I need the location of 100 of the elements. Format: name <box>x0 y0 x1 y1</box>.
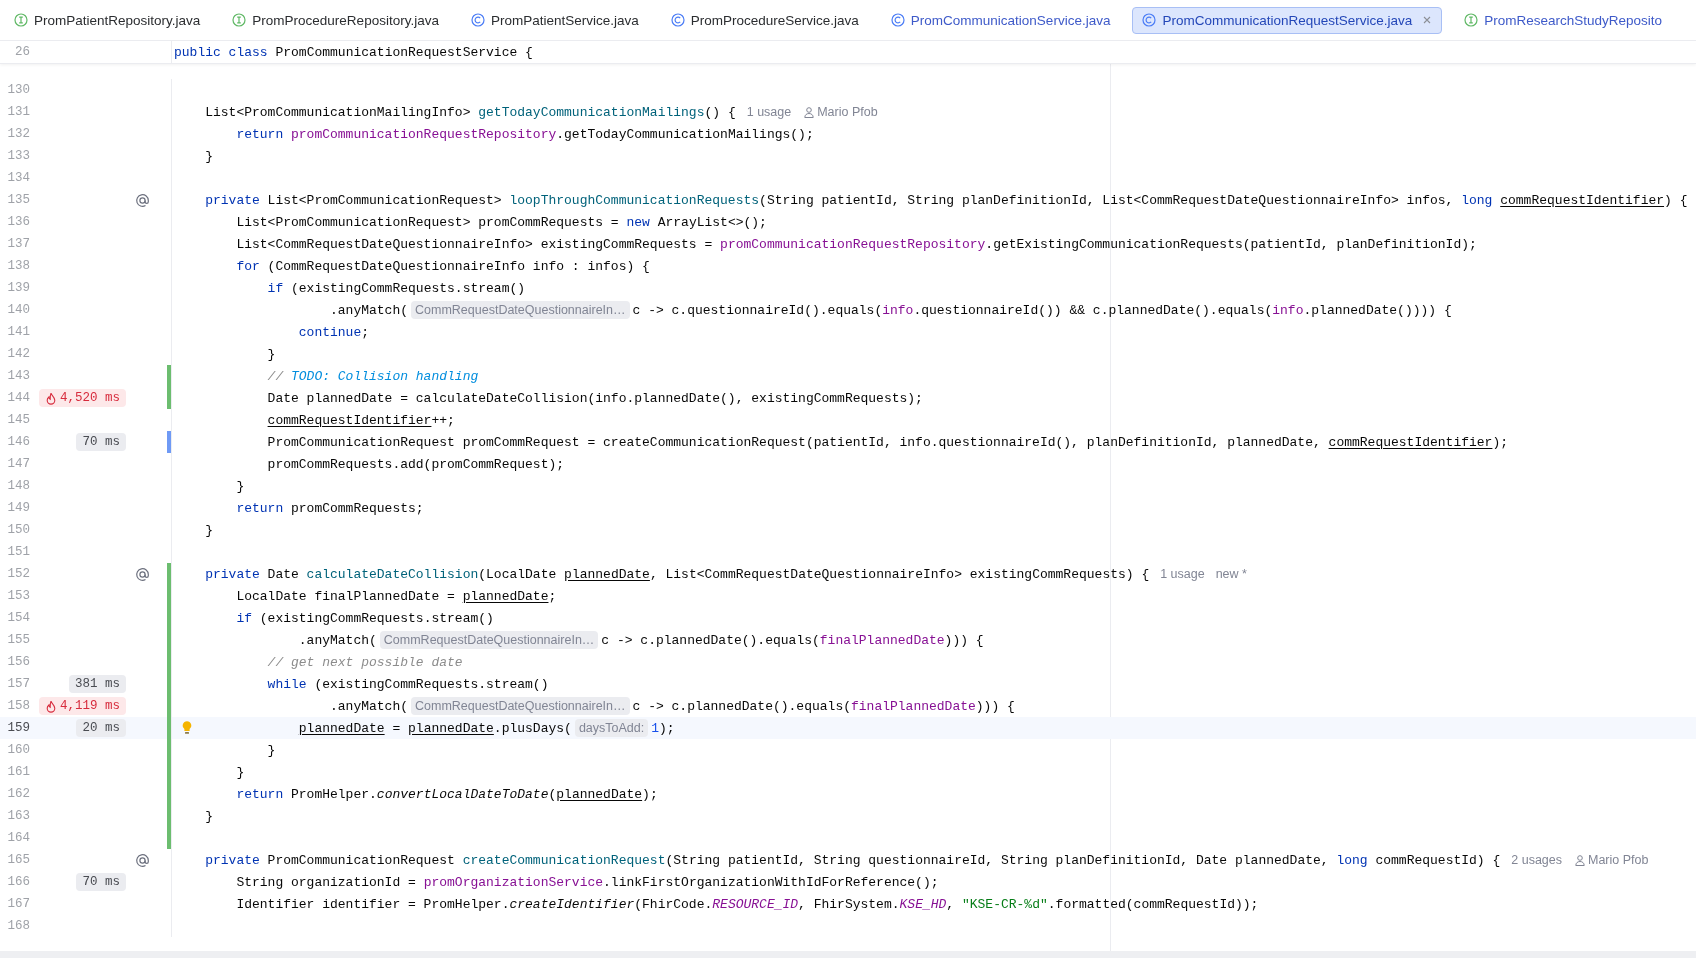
file-tab[interactable]: PromPatientService.java <box>460 6 649 34</box>
code-text: Identifier identifier = PromHelper.createIdentifier(FhirCode.RESOURCE_ID, FhirSystem.KSE_HD, "KSE-CR-%d".formatted(commRequestId)); <box>236 896 1259 912</box>
code-text: continue; <box>298 324 370 340</box>
line-number: 131 <box>6 105 30 119</box>
code-text: .anyMatch( <box>330 302 408 318</box>
line-number: 148 <box>6 479 30 493</box>
line-number: 151 <box>6 545 30 559</box>
code-text: LocalDate finalPlannedDate = plannedDate; <box>236 588 557 604</box>
code-text: plannedDate = plannedDate.plusDays( <box>298 720 572 736</box>
timing-badge[interactable]: 381 ms <box>69 675 126 693</box>
line-number: 142 <box>6 347 30 361</box>
line-number: 155 <box>6 633 30 647</box>
line-number: 160 <box>6 743 30 757</box>
usage-hint[interactable]: 1 usage <box>746 105 792 119</box>
timing-badge[interactable]: 20 ms <box>76 719 126 737</box>
class-icon <box>470 13 485 27</box>
line-number: 135 <box>6 193 30 207</box>
code-text: c -> c.plannedDate().equals(finalPlannedDate))) { <box>632 698 1015 714</box>
line-number: 26 <box>14 45 30 59</box>
timing-label: 4,520 ms <box>60 391 120 405</box>
code-text: } <box>236 764 245 780</box>
code-text: List<CommRequestDateQuestionnaireInfo> existingCommRequests = promCommunicationRequestRepository.getExistingCommunicationRequests(patientId, planDefinitionId); <box>236 236 1477 252</box>
code-text: // TODO: Collision handling <box>267 368 479 384</box>
person-icon <box>1574 853 1586 867</box>
file-tab[interactable]: PromPatientRepository.java <box>4 6 211 34</box>
code-text: Date plannedDate = calculateDateCollision(info.plannedDate(), existingCommRequests); <box>267 390 923 406</box>
flame-icon <box>45 699 57 713</box>
line-number: 141 <box>6 325 30 339</box>
code-text: 1); <box>651 720 675 736</box>
line-number: 144 <box>6 391 30 405</box>
timing-badge[interactable]: 4,119 ms <box>39 697 126 715</box>
usage-hint[interactable]: 1 usage <box>1160 567 1205 581</box>
at-sign-icon[interactable] <box>135 852 150 868</box>
code-text: while (existingCommRequests.stream() <box>267 676 549 692</box>
code-text: String organizationId = promOrganizationService.linkFirstOrganizationWithIdForReference(); <box>236 874 939 890</box>
author-name[interactable]: Mario Pfob <box>1588 853 1649 867</box>
file-tab[interactable]: PromCommunicationService.java <box>880 6 1121 34</box>
author-name[interactable]: Mario Pfob <box>817 105 878 119</box>
line-number: 137 <box>6 237 30 251</box>
line-number: 156 <box>6 655 30 669</box>
code-text: List<PromCommunicationMailingInfo> getTodayCommunicationMailings() { <box>205 104 736 120</box>
interface-icon <box>232 13 247 27</box>
code-text: for (CommRequestDateQuestionnaireInfo info : infos) { <box>236 258 650 274</box>
timing-label: 20 ms <box>82 721 120 735</box>
code-text: .anyMatch( <box>330 698 408 714</box>
code-text: } <box>236 478 245 494</box>
code-text: if (existingCommRequests.stream() <box>267 280 526 296</box>
line-number: 139 <box>6 281 30 295</box>
file-tab[interactable]: PromResearchStudyReposito <box>1454 6 1673 34</box>
code-text: return promCommRequests; <box>236 500 424 516</box>
file-tab[interactable]: PromProcedureService.java <box>660 6 869 34</box>
usage-hint[interactable]: 2 usages <box>1511 853 1562 867</box>
line-number: 157 <box>6 677 30 691</box>
interface-icon <box>1464 13 1479 27</box>
line-number: 159 <box>6 721 30 735</box>
person-icon <box>803 105 816 119</box>
close-icon[interactable] <box>1422 15 1433 25</box>
code-text: private List<PromCommunicationRequest> loopThroughCommunicationRequests(String patientId, String planDefinitionId, List<CommRequestDateQuestionnaireInfo> infos, long commRequestIdentifier) { <box>205 192 1688 208</box>
code-text: return PromHelper.convertLocalDateToDate(plannedDate); <box>236 786 658 802</box>
code-text: private Date calculateDateCollision(LocalDate plannedDate, List<CommRequestDateQuestionnaireInfo> existingCommRequests) { <box>205 566 1150 582</box>
class-icon <box>670 13 685 27</box>
code-text: c -> c.questionnaireId().equals(info.questionnaireId()) && c.plannedDate().equals(info.plannedDate()))) { <box>632 302 1452 318</box>
code-text: c -> c.plannedDate().equals(finalPlannedDate))) { <box>601 632 984 648</box>
line-number: 168 <box>6 919 30 933</box>
file-tab[interactable]: PromProcedureRepository.java <box>222 6 449 34</box>
line-number: 133 <box>6 149 30 163</box>
line-number: 136 <box>6 215 30 229</box>
code-text: // get next possible date <box>267 654 463 670</box>
at-sign-icon[interactable] <box>135 566 150 582</box>
timing-label: 381 ms <box>75 677 120 691</box>
line-number: 161 <box>6 765 30 779</box>
line-number: 132 <box>6 127 30 141</box>
line-number: 149 <box>6 501 30 515</box>
line-number: 153 <box>6 589 30 603</box>
code-text: } <box>205 522 213 538</box>
timing-badge[interactable]: 70 ms <box>76 873 126 891</box>
line-number: 130 <box>6 83 30 97</box>
class-icon <box>890 13 905 27</box>
timing-badge[interactable]: 70 ms <box>76 433 126 451</box>
parameter-hint: CommRequestDateQuestionnaireIn… <box>379 631 599 649</box>
timing-label: 70 ms <box>82 435 120 449</box>
code-text: } <box>205 808 213 824</box>
timing-badge[interactable]: 4,520 ms <box>39 389 126 407</box>
code-text: if (existingCommRequests.stream() <box>236 610 494 626</box>
line-number: 154 <box>6 611 30 625</box>
at-sign-icon[interactable] <box>135 192 150 208</box>
code-text: public class PromCommunicationRequestService { <box>174 44 533 60</box>
line-number: 145 <box>6 413 30 427</box>
code-text: List<PromCommunicationRequest> promCommRequests = new ArrayList<>(); <box>236 214 767 230</box>
line-number: 152 <box>6 567 30 581</box>
line-number: 143 <box>6 369 30 383</box>
timing-label: 70 ms <box>82 875 120 889</box>
line-number: 150 <box>6 523 30 537</box>
line-number: 164 <box>6 831 30 845</box>
file-tab[interactable]: PromCommunicationRequestService.java <box>1132 6 1443 34</box>
code-text: private PromCommunicationRequest createCommunicationRequest(String patientId, String questionnaireId, String planDefinitionId, Date plannedDate, long commRequestId) { <box>205 852 1501 868</box>
usage-hint[interactable]: new * <box>1215 567 1247 581</box>
parameter-hint: CommRequestDateQuestionnaireIn… <box>411 697 630 715</box>
line-number: 140 <box>6 303 30 317</box>
lightbulb-icon[interactable] <box>181 720 193 735</box>
